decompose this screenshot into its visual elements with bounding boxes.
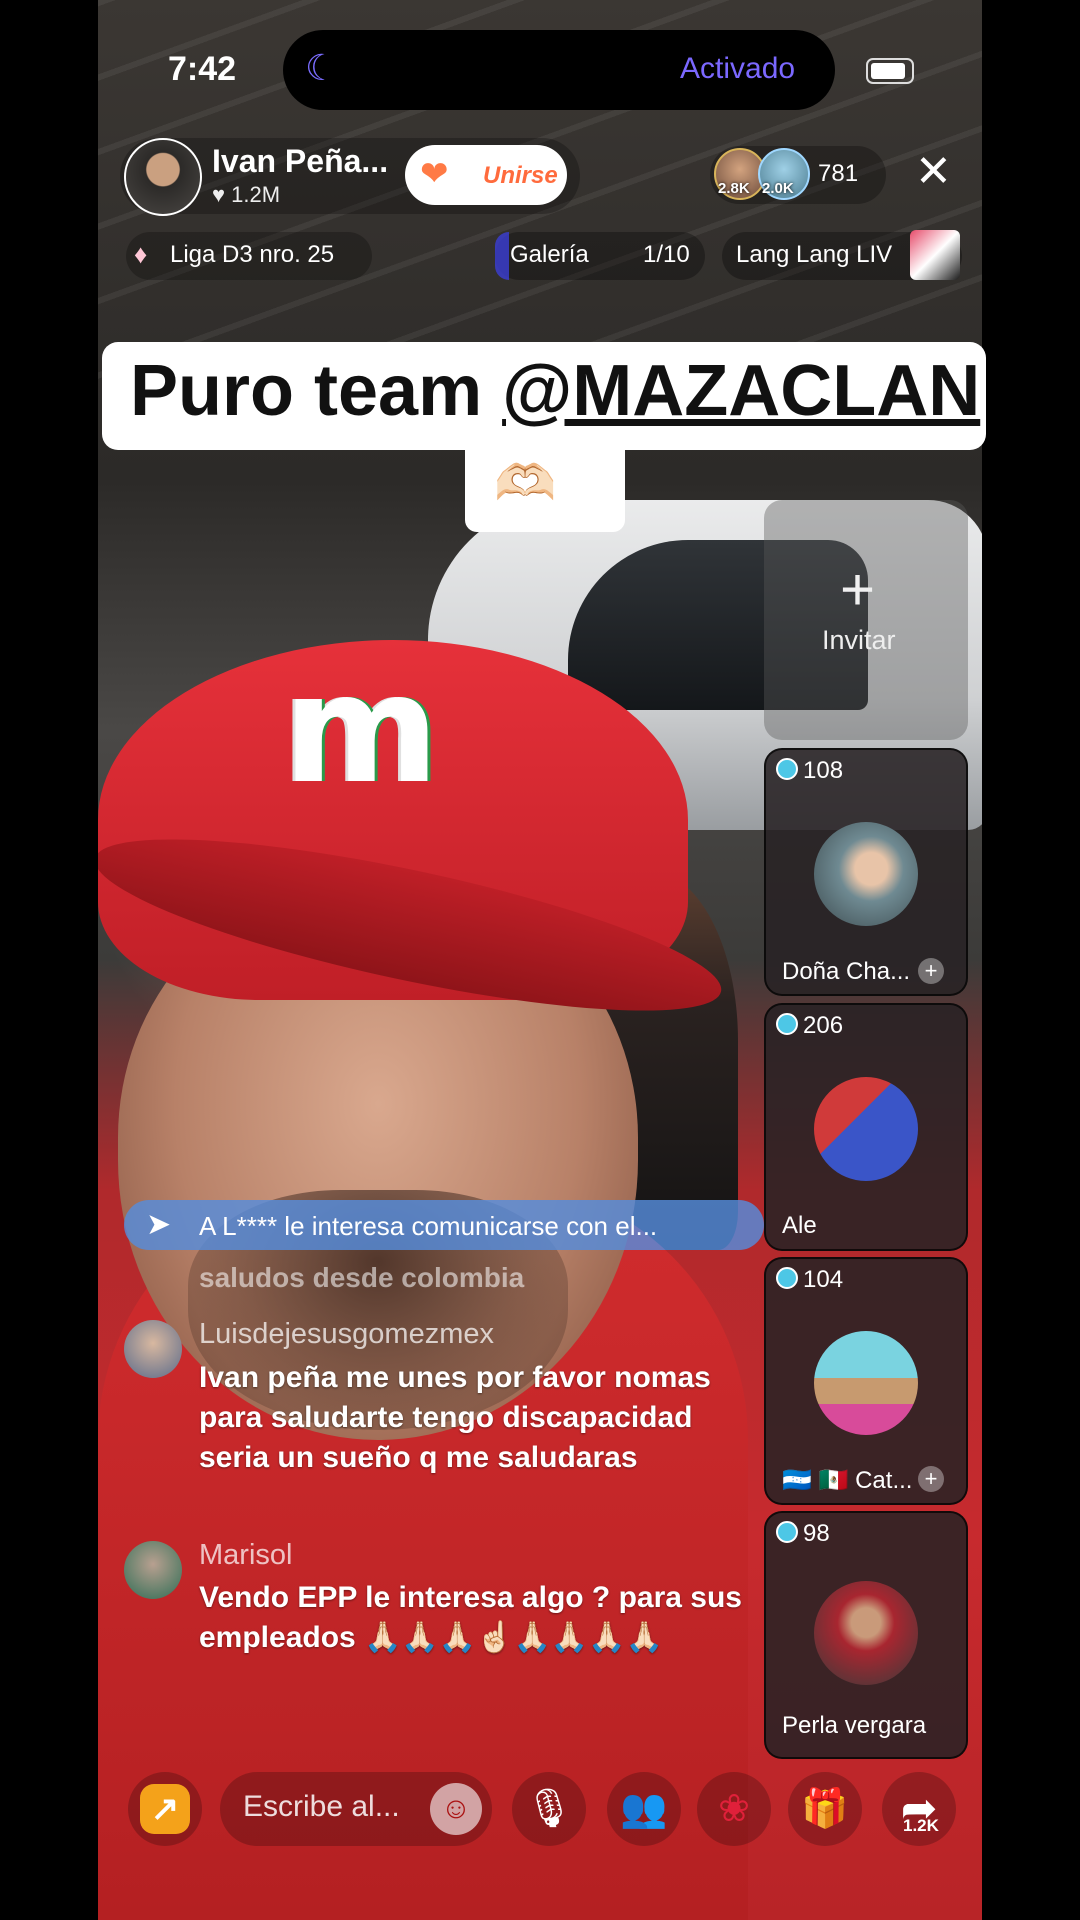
- moon-icon: ☾: [305, 47, 338, 88]
- join-label[interactable]: Unirse: [483, 162, 558, 190]
- viewer-badge: 2.8K: [718, 180, 750, 197]
- send-icon: ➤: [146, 1208, 172, 1241]
- gallery-count: 1/10: [643, 241, 690, 268]
- guest-score: 98: [803, 1520, 830, 1547]
- guest-name: 🇭🇳 🇲🇽 Cat...: [782, 1467, 912, 1494]
- faded-chat-message: saludos desde colombia: [199, 1262, 525, 1293]
- viewer-count: 781: [818, 160, 859, 187]
- gem-icon: [776, 758, 798, 780]
- heart-plus-icon: ❤: [420, 155, 449, 193]
- emoji-icon[interactable]: ☺: [430, 1783, 482, 1835]
- diamond-icon: ♦: [134, 239, 148, 269]
- gift-icon[interactable]: 🎁: [788, 1772, 862, 1846]
- share-count: 1.2K: [903, 1816, 939, 1835]
- add-guest-icon[interactable]: +: [918, 1466, 944, 1492]
- gem-icon: [776, 1267, 798, 1289]
- banner-mention[interactable]: @MAZACLAN: [502, 351, 980, 431]
- promo-label: Lang Lang LIV: [736, 241, 893, 268]
- banner-prefix: Puro team: [130, 351, 503, 431]
- focus-status: Activado: [680, 52, 796, 85]
- chat-avatar[interactable]: [124, 1541, 182, 1599]
- chat-avatar[interactable]: [124, 1320, 182, 1378]
- guest-name: Ale: [782, 1212, 817, 1239]
- banner-text: Puro team @MAZACLAN: [130, 350, 980, 432]
- guest-avatar: [814, 1077, 918, 1181]
- guest-avatar: [814, 1331, 918, 1435]
- status-time: 7:42: [168, 50, 237, 88]
- guest-score: 104: [803, 1266, 844, 1293]
- guest-score: 206: [803, 1012, 844, 1039]
- rose-icon[interactable]: ❀: [697, 1772, 771, 1846]
- guest-name: Perla vergara: [782, 1712, 927, 1739]
- host-name[interactable]: Ivan Peña...: [212, 143, 388, 180]
- chat-message: Vendo EPP le interesa algo ? para sus em…: [199, 1581, 742, 1654]
- promo-icon[interactable]: [910, 230, 960, 280]
- cap-logo: m: [283, 643, 440, 817]
- add-guest-icon[interactable]: +: [918, 958, 944, 984]
- gem-icon: [776, 1013, 798, 1035]
- guest-name: Doña Cha...: [782, 958, 911, 985]
- comment-placeholder: Escribe al...: [243, 1790, 400, 1823]
- invite-label: Invitar: [822, 625, 896, 655]
- guest-avatar: [814, 1581, 918, 1685]
- heart-hands-icon: 🫶🏻: [494, 455, 557, 511]
- gem-icon: [776, 1521, 798, 1543]
- plus-icon: +: [840, 556, 876, 623]
- chat-username[interactable]: Marisol: [199, 1539, 292, 1572]
- guests-icon[interactable]: 👥: [607, 1772, 681, 1846]
- host-avatar[interactable]: [124, 138, 202, 216]
- gallery-label: Galería: [510, 241, 589, 268]
- battery-icon: [866, 58, 914, 84]
- gallery-progress: [495, 232, 509, 280]
- league-label: Liga D3 nro. 25: [170, 241, 335, 268]
- chat-message: Ivan peña me unes por favor nomas para s…: [199, 1361, 711, 1474]
- microphone-icon[interactable]: 🎙: [512, 1772, 586, 1846]
- chat-username[interactable]: Luisdejesusgomezmex: [199, 1318, 494, 1351]
- notice-text: A L**** le interesa comunicarse con el..…: [199, 1211, 658, 1241]
- share-arrow-icon: ↗: [140, 1784, 190, 1834]
- guest-avatar: [814, 822, 918, 926]
- host-likes: ♥ 1.2M: [212, 182, 281, 207]
- close-icon[interactable]: ✕: [915, 150, 952, 194]
- guest-score: 108: [803, 757, 844, 784]
- viewer-badge: 2.0K: [762, 180, 794, 197]
